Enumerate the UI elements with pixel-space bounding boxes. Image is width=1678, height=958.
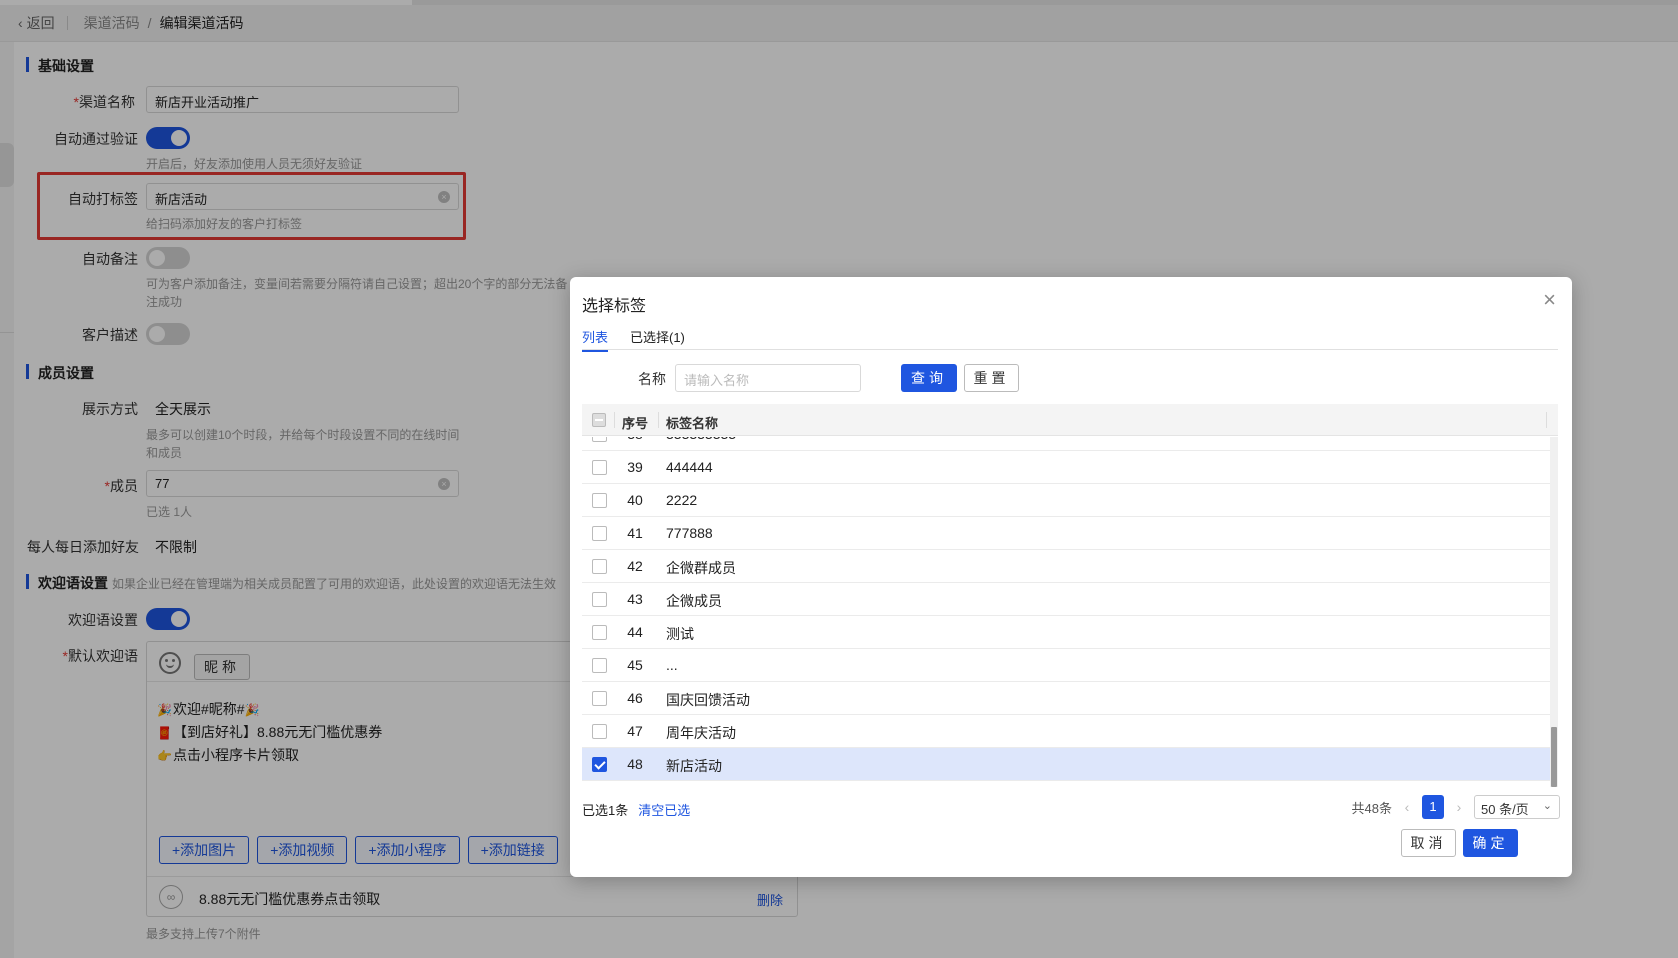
row-no: 48 bbox=[627, 756, 643, 772]
table-row[interactable]: 38 333333333 bbox=[582, 437, 1550, 451]
chevron-down-icon: ⌄ bbox=[1542, 800, 1552, 812]
row-no: 44 bbox=[627, 624, 643, 640]
selection-summary: 已选1条 清空已选 bbox=[582, 800, 690, 819]
row-checkbox[interactable] bbox=[592, 437, 607, 442]
table-row[interactable]: 48 新店活动 bbox=[582, 748, 1550, 781]
row-no: 39 bbox=[627, 459, 643, 475]
table-row[interactable]: 43 企微成员 bbox=[582, 583, 1550, 616]
table-row[interactable]: 39 444444 bbox=[582, 451, 1550, 484]
row-checkbox[interactable] bbox=[592, 559, 607, 574]
tab-list[interactable]: 列表 bbox=[582, 327, 609, 352]
row-checkbox[interactable] bbox=[592, 493, 607, 508]
tag-table: 序号 标签名称 38 333333333 39 444444 40 2222 41 77788… bbox=[582, 404, 1558, 787]
close-icon[interactable]: × bbox=[1543, 289, 1556, 311]
table-row[interactable]: 44 测试 bbox=[582, 616, 1550, 649]
row-tag-name: 444444 bbox=[666, 459, 713, 475]
table-row[interactable]: 42 企微群成员 bbox=[582, 550, 1550, 583]
row-checkbox[interactable] bbox=[592, 460, 607, 475]
chevron-left-icon[interactable]: ‹ bbox=[1400, 799, 1414, 815]
header-no: 序号 bbox=[622, 416, 649, 431]
table-header: 序号 标签名称 bbox=[582, 404, 1558, 436]
row-checkbox[interactable] bbox=[592, 625, 607, 640]
cancel-button[interactable]: 取消 bbox=[1401, 829, 1456, 857]
chevron-right-icon[interactable]: › bbox=[1452, 799, 1466, 815]
row-no: 40 bbox=[627, 492, 643, 508]
row-no: 43 bbox=[627, 591, 643, 607]
clear-selected-link[interactable]: 清空已选 bbox=[638, 803, 690, 818]
row-checkbox[interactable] bbox=[592, 724, 607, 739]
search-button[interactable]: 查询 bbox=[901, 364, 957, 392]
row-tag-name: ... bbox=[666, 657, 678, 673]
table-body[interactable]: 38 333333333 39 444444 40 2222 41 777888 42 企微群成员… bbox=[582, 437, 1550, 787]
row-no: 45 bbox=[627, 657, 643, 673]
pagination: 共48条 ‹ 1 › 50 条/页 ⌄ bbox=[1352, 795, 1560, 819]
dialog-title: 选择标签 bbox=[582, 298, 647, 315]
query-name-input[interactable]: 请输入名称 bbox=[675, 364, 861, 392]
row-checkbox[interactable] bbox=[592, 526, 607, 541]
row-tag-name: 2222 bbox=[666, 492, 698, 508]
row-checkbox[interactable] bbox=[592, 592, 607, 607]
row-tag-name: 企微群成员 bbox=[666, 560, 736, 576]
row-no: 38 bbox=[622, 437, 648, 442]
table-row[interactable]: 46 国庆回馈活动 bbox=[582, 682, 1550, 715]
row-tag-name: 企微成员 bbox=[666, 593, 722, 609]
row-checkbox[interactable] bbox=[592, 691, 607, 706]
header-name: 标签名称 bbox=[666, 416, 719, 431]
select-tag-dialog: 选择标签 × 列表 已选择(1) 名称 请输入名称 查询 重置 序号 标签名称 … bbox=[570, 277, 1572, 877]
row-tag-name: 777888 bbox=[666, 525, 713, 541]
row-no: 42 bbox=[627, 558, 643, 574]
row-no: 46 bbox=[627, 690, 643, 706]
row-tag-name: 新店活动 bbox=[666, 758, 722, 774]
page-button[interactable]: 1 bbox=[1422, 795, 1444, 819]
row-tag-name: 国庆回馈活动 bbox=[666, 692, 750, 708]
total-count: 共48条 bbox=[1351, 800, 1392, 816]
confirm-button[interactable]: 确定 bbox=[1463, 829, 1518, 857]
table-rows: 38 333333333 39 444444 40 2222 41 777888 42 企微群成员… bbox=[582, 437, 1550, 781]
select-all-checkbox[interactable] bbox=[592, 413, 606, 427]
row-checkbox[interactable] bbox=[592, 757, 607, 772]
row-tag-name: 测试 bbox=[666, 626, 694, 642]
row-no: 41 bbox=[627, 525, 643, 541]
row-checkbox[interactable] bbox=[592, 658, 607, 673]
table-row[interactable]: 47 周年庆活动 bbox=[582, 715, 1550, 748]
row-tag-name: 周年庆活动 bbox=[666, 725, 736, 741]
row-no: 47 bbox=[627, 723, 643, 739]
tab-selected[interactable]: 已选择(1) bbox=[630, 327, 685, 350]
dialog-tabs: 列表 已选择(1) bbox=[582, 327, 1558, 352]
table-row[interactable]: 41 777888 bbox=[582, 517, 1550, 550]
scrollbar-thumb[interactable] bbox=[1551, 727, 1557, 787]
table-row[interactable]: 40 2222 bbox=[582, 484, 1550, 517]
reset-button[interactable]: 重置 bbox=[964, 364, 1019, 392]
selected-count: 已选1条 bbox=[582, 803, 629, 818]
page-size-select[interactable]: 50 条/页 ⌄ bbox=[1474, 795, 1560, 819]
row-tag-name: 333333333 bbox=[666, 437, 736, 442]
query-name-label: 名称 bbox=[638, 371, 666, 387]
table-row[interactable]: 45... bbox=[582, 649, 1550, 682]
